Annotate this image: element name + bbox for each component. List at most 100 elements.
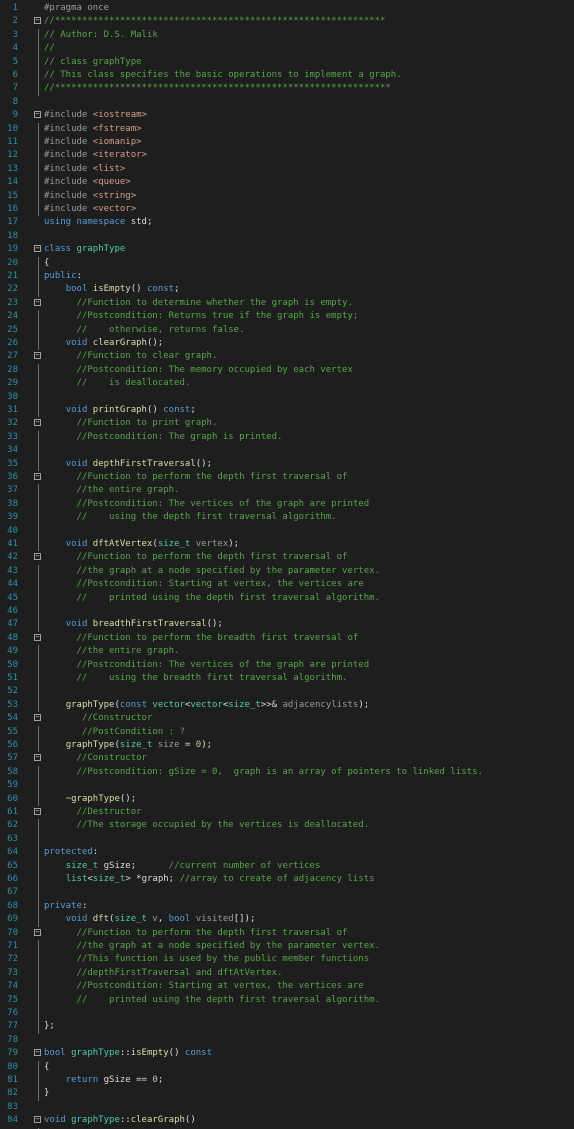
code-line[interactable]: 37 //the entire graph. [0, 484, 574, 498]
code-line[interactable]: 26 void clearGraph(); [0, 337, 574, 351]
collapse-box-icon[interactable]: − [34, 633, 41, 641]
code-line[interactable]: 45 // printed using the depth first trav… [0, 591, 574, 605]
code-line[interactable]: 49 //the entire graph. [0, 645, 574, 659]
code-line[interactable]: 58 //Postcondition: gSize = 0, graph is … [0, 765, 574, 780]
code-line[interactable]: 79 − bool graphType::isEmpty() const [0, 1047, 574, 1060]
code-line[interactable]: 63 [0, 832, 574, 847]
collapse-box-icon[interactable]: − [34, 419, 41, 427]
code-line[interactable]: 30 [0, 390, 574, 404]
code-line[interactable]: 73 //depthFirstTraversal and dftAtVertex… [0, 966, 574, 981]
code-line[interactable]: 27 − //Function to clear graph. [0, 350, 574, 363]
code-line[interactable]: 80 { [0, 1060, 574, 1074]
code-line[interactable]: 46 [0, 605, 574, 619]
code-line[interactable]: 1 #pragma once [0, 2, 574, 15]
code-line[interactable]: 82} [0, 1087, 574, 1101]
code-line[interactable]: 57 − //Constructor [0, 752, 574, 765]
code-line[interactable]: 69 void dft(size_t v, bool visited[]); [0, 913, 574, 927]
code-line[interactable]: 3 // Author: D.S. Malik [0, 28, 574, 43]
code-line[interactable]: 32 − //Function to print graph. [0, 417, 574, 430]
code-line[interactable]: 19 − class graphType [0, 243, 574, 256]
collapse-box-icon[interactable]: − [34, 808, 41, 815]
collapse-box-icon[interactable]: − [34, 754, 41, 762]
code-line[interactable]: 4 // [0, 42, 574, 56]
code-line[interactable]: 44 //Postcondition: Starting at vertex, … [0, 578, 574, 592]
collapse-box-icon[interactable]: − [34, 245, 41, 253]
code-line[interactable]: 52 [0, 685, 574, 699]
collapse-box-icon[interactable]: − [34, 1049, 41, 1057]
code-line[interactable]: 34 [0, 444, 574, 458]
code-line[interactable]: 11 #include <iomanip> [0, 136, 574, 150]
code-line[interactable]: 81 return gSize == 0; [0, 1074, 574, 1088]
code-line[interactable]: 40 [0, 524, 574, 538]
code-line[interactable]: 18 [0, 230, 574, 243]
code-line[interactable]: 28 //Postcondition: The memory occupied … [0, 363, 574, 378]
code-line[interactable]: 54 − //Constructor [0, 712, 574, 725]
code-line[interactable]: 9 − #include <iostream> [0, 109, 574, 122]
code-line[interactable]: 12 #include <iterator> [0, 149, 574, 163]
collapse-box-icon[interactable]: − [34, 17, 41, 25]
code-line[interactable]: 6 // This class specifies the basic opera… [0, 69, 574, 83]
code-line[interactable]: 25 // otherwise, returns false. [0, 323, 574, 337]
code-line[interactable]: 17 using namespace std; [0, 216, 574, 229]
collapse-box-icon[interactable]: − [34, 473, 41, 480]
code-line[interactable]: 53 graphType(const vector<vector<size_t>… [0, 698, 574, 713]
code-line[interactable]: 78 [0, 1034, 574, 1047]
code-line[interactable]: 21 public: [0, 270, 574, 284]
code-line[interactable]: 20 { [0, 256, 574, 270]
code-line[interactable]: 72 //This function is used by the public… [0, 953, 574, 967]
collapse-box-icon[interactable]: − [34, 928, 41, 936]
code-line[interactable]: 42 − //Function to perform the depth firs… [0, 551, 574, 564]
code-line[interactable]: 36 − //Function to perform the depth firs… [0, 471, 574, 484]
code-line[interactable]: 13 #include <list> [0, 162, 574, 177]
code-line[interactable]: 74 //Postcondition: Starting at vertex, … [0, 980, 574, 994]
code-line[interactable]: 61 − //Destructor [0, 806, 574, 819]
collapse-box-icon[interactable]: − [34, 714, 41, 722]
code-line[interactable]: 67 [0, 886, 574, 900]
code-line[interactable]: 31 void printGraph() const; [0, 404, 574, 418]
code-line[interactable]: 68 private: [0, 899, 574, 914]
code-line[interactable]: 35 void depthFirstTraversal(); [0, 457, 574, 471]
code-line[interactable]: 60 ~graphType(); [0, 792, 574, 806]
code-line[interactable]: 55 //PostCondition : ? [0, 725, 574, 739]
code-line[interactable]: 23 − //Function to determine whether the … [0, 297, 574, 310]
code-line[interactable]: 76 [0, 1007, 574, 1021]
code-line[interactable]: 38 //Postcondition: The vertices of the … [0, 497, 574, 512]
code-line[interactable]: 14 #include <queue> [0, 176, 574, 190]
code-line[interactable]: 24 //Postcondition: Returns true if the … [0, 310, 574, 324]
code-line[interactable]: 71 //the graph at a node specified by th… [0, 940, 574, 954]
code-line[interactable]: 56 graphType(size_t size = 0); [0, 739, 574, 753]
code-line[interactable]: 47 void breadthFirstTraversal(); [0, 618, 574, 632]
code-line[interactable]: 83 [0, 1101, 574, 1114]
collapse-box-icon[interactable]: − [34, 298, 41, 306]
code-line[interactable]: 39 // using the depth first traversal al… [0, 511, 574, 525]
code-line[interactable]: 70 − //Function to perform the depth firs… [0, 927, 574, 940]
code-line[interactable]: 10 #include <fstream> [0, 122, 574, 136]
code-line[interactable]: 77}; [0, 1020, 574, 1034]
code-line[interactable]: 51 // using the breadth first traversal … [0, 672, 574, 686]
code-line[interactable]: 50 //Postcondition: The vertices of the … [0, 658, 574, 672]
code-line[interactable]: 62 //The storage occupied by the vertice… [0, 819, 574, 833]
code-line[interactable]: 29 // is deallocated. [0, 377, 574, 391]
code-line[interactable]: 41 void dftAtVertex(size_t vertex); [0, 538, 574, 552]
code-line[interactable]: 65 size_t gSize; //current number of ver… [0, 859, 574, 873]
code-line[interactable]: 15 #include <string> [0, 189, 574, 203]
collapse-box-icon[interactable]: − [34, 111, 41, 119]
code-line[interactable]: 22 bool isEmpty() const; [0, 283, 574, 297]
code-line[interactable]: 7 //*************************************… [0, 82, 574, 96]
code-line[interactable]: 5 // class graphType [0, 55, 574, 69]
collapse-box-icon[interactable]: − [34, 553, 41, 561]
code-line[interactable]: 84 − void graphType::clearGraph() [0, 1114, 574, 1127]
code-line[interactable]: 33 //Postcondition: The graph is printed… [0, 430, 574, 445]
code-line[interactable]: 8 [0, 96, 574, 109]
code-line[interactable]: 16 #include <vector> [0, 203, 574, 217]
code-line[interactable]: 43 //the graph at a node specified by th… [0, 564, 574, 579]
code-line[interactable]: 75 // printed using the depth first trav… [0, 993, 574, 1007]
code-line[interactable]: 59 [0, 779, 574, 793]
code-line[interactable]: 66 list<size_t> *graph; //array to creat… [0, 873, 574, 887]
code-editor[interactable]: 1 #pragma once 2−//***********************… [0, 0, 574, 1129]
collapse-box-icon[interactable]: − [34, 1116, 41, 1124]
code-line[interactable]: 48 − //Function to perform the breadth fi… [0, 632, 574, 645]
code-line[interactable]: 2 −//************************************… [0, 15, 574, 28]
code-line[interactable]: 64 protected: [0, 846, 574, 860]
collapse-box-icon[interactable]: − [34, 352, 41, 360]
